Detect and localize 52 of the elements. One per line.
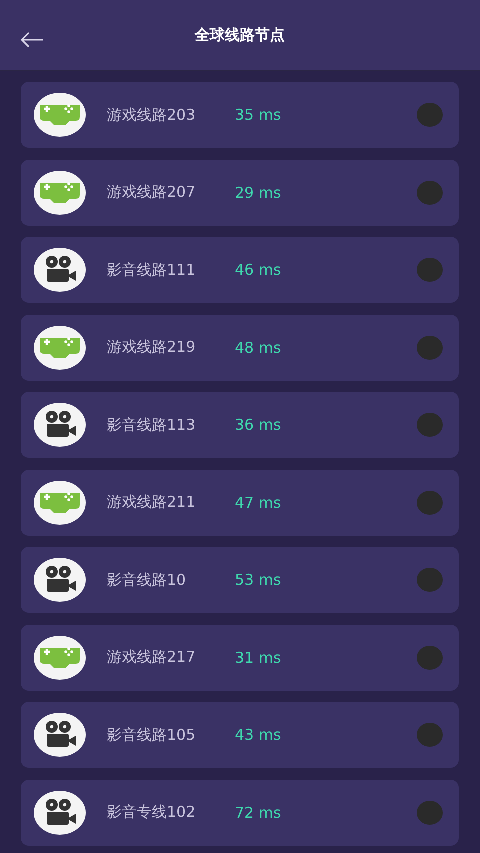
- node-card[interactable]: 影音专线102 72 ms: [21, 780, 459, 846]
- node-name: 影音线路113: [107, 416, 197, 434]
- node-card[interactable]: 游戏线路217 31 ms: [21, 624, 459, 690]
- node-name: 游戏线路203: [107, 106, 197, 124]
- node-card[interactable]: 游戏线路211 47 ms: [21, 470, 459, 536]
- latency-value: 29 ms: [235, 184, 282, 202]
- latency-value: 48 ms: [235, 338, 282, 356]
- node-name: 游戏线路211: [107, 493, 197, 512]
- node-card[interactable]: 影音线路10 53 ms: [21, 547, 459, 613]
- latency-value: 47 ms: [235, 494, 282, 512]
- gamepad-icon: [34, 326, 86, 370]
- select-radio[interactable]: [417, 646, 443, 670]
- latency-value: 72 ms: [235, 804, 282, 822]
- gamepad-icon: [34, 93, 86, 137]
- film-camera-icon: [34, 248, 86, 292]
- select-radio[interactable]: [417, 413, 443, 437]
- film-camera-icon: [34, 790, 86, 834]
- select-radio[interactable]: [417, 258, 443, 282]
- back-arrow-icon[interactable]: [20, 32, 44, 48]
- latency-value: 46 ms: [235, 261, 282, 279]
- select-radio[interactable]: [417, 336, 443, 360]
- select-radio[interactable]: [417, 490, 443, 514]
- node-name: 影音线路111: [107, 260, 197, 280]
- select-radio[interactable]: [417, 568, 443, 592]
- page-title: 全球线路节点: [195, 26, 285, 44]
- gamepad-icon: [34, 170, 86, 214]
- node-card[interactable]: 影音线路111 46 ms: [21, 237, 459, 303]
- select-radio[interactable]: [417, 723, 443, 747]
- latency-value: 43 ms: [235, 726, 282, 744]
- select-radio[interactable]: [417, 180, 443, 204]
- node-card[interactable]: 游戏线路203 35 ms: [21, 82, 459, 148]
- latency-value: 35 ms: [235, 106, 282, 124]
- node-name: 影音线路105: [107, 726, 197, 744]
- film-camera-icon: [34, 558, 86, 602]
- node-name: 游戏线路217: [107, 648, 197, 667]
- node-card[interactable]: 游戏线路207 29 ms: [21, 160, 459, 226]
- node-card[interactable]: 影音线路113 36 ms: [21, 392, 459, 458]
- node-card[interactable]: 影音线路105 43 ms: [21, 702, 459, 768]
- latency-value: 31 ms: [235, 648, 282, 666]
- film-camera-icon: [34, 403, 86, 447]
- node-name: 影音线路10: [107, 570, 188, 590]
- select-radio[interactable]: [417, 103, 443, 127]
- latency-value: 53 ms: [235, 571, 282, 589]
- latency-value: 36 ms: [235, 416, 282, 434]
- film-camera-icon: [34, 713, 86, 757]
- node-name: 游戏线路207: [107, 183, 197, 202]
- node-card[interactable]: 游戏线路219 48 ms: [21, 314, 459, 380]
- node-name: 游戏线路219: [107, 338, 197, 357]
- select-radio[interactable]: [417, 800, 443, 824]
- node-name: 影音专线102: [107, 803, 197, 822]
- gamepad-icon: [34, 480, 86, 524]
- gamepad-icon: [34, 636, 86, 680]
